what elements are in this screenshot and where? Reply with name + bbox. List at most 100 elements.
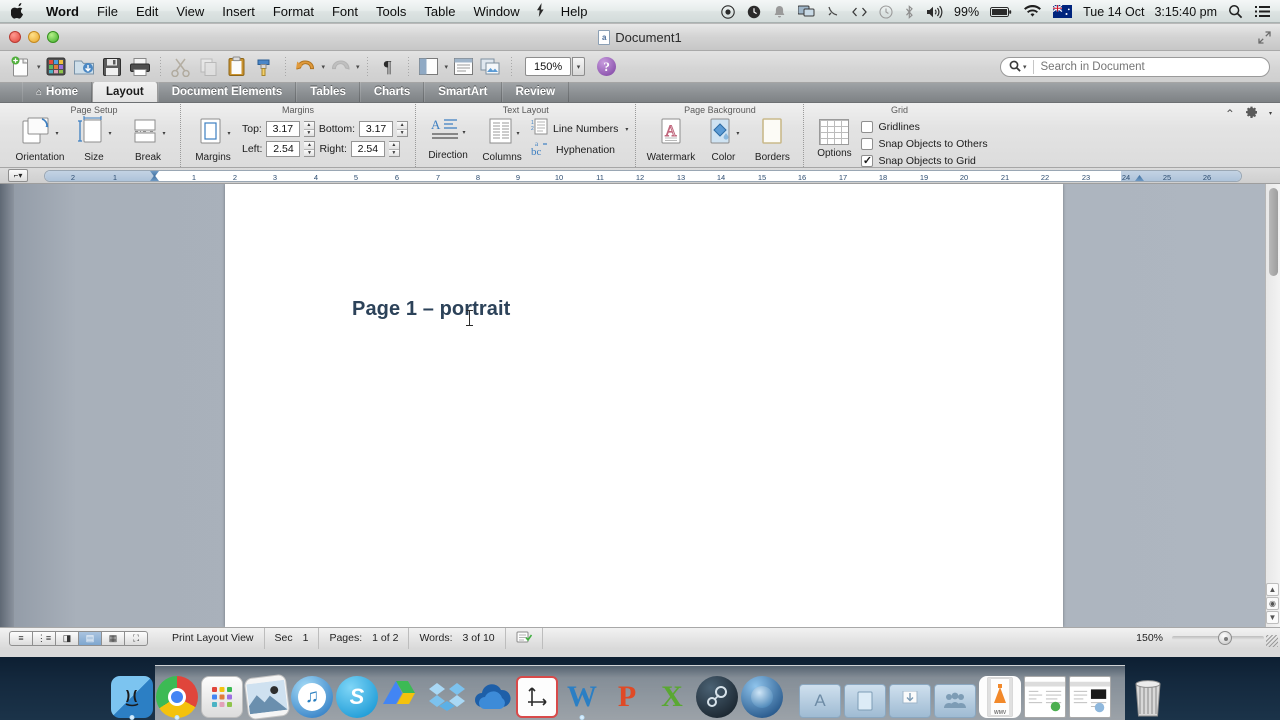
fullscreen-icon[interactable] bbox=[1258, 31, 1271, 44]
media-browser-button[interactable] bbox=[43, 54, 69, 80]
bell-icon[interactable] bbox=[767, 0, 792, 23]
timemachine-icon[interactable] bbox=[741, 0, 767, 23]
menu-item-file[interactable]: File bbox=[88, 4, 127, 19]
dock-item-dropbox[interactable] bbox=[426, 672, 468, 718]
dock-item-downloads-folder[interactable] bbox=[889, 672, 931, 718]
tab-stop-icon[interactable]: ⌐▾ bbox=[8, 169, 28, 182]
tab-home[interactable]: ⌂ Home bbox=[22, 82, 92, 102]
dock-item-document-window-1[interactable] bbox=[1024, 672, 1066, 718]
dock-item-timeline-app[interactable] bbox=[516, 672, 558, 718]
menu-bar-date[interactable]: Tue 14 Oct bbox=[1078, 5, 1149, 19]
orientation-caret-icon[interactable]: ▾ bbox=[55, 130, 58, 137]
draft-view-button[interactable]: ≡ bbox=[9, 630, 33, 646]
dock-item-steam[interactable] bbox=[696, 672, 738, 718]
outline-view-button[interactable]: ⋮≡ bbox=[32, 630, 56, 646]
dock-item-wmv-file[interactable]: WMV bbox=[979, 672, 1021, 718]
horizontal-ruler[interactable]: 2 1 1 2 3 4 5 6 7 8 9 10 11 12 13 14 15 … bbox=[44, 170, 1242, 182]
code-icon[interactable] bbox=[846, 0, 873, 23]
menu-bar-time[interactable]: 3:15:40 pm bbox=[1149, 5, 1222, 19]
new-document-caret-icon[interactable]: ▾ bbox=[37, 63, 41, 71]
gear-icon[interactable] bbox=[1244, 105, 1258, 122]
dock-item-onedrive[interactable] bbox=[471, 672, 513, 718]
menu-item-insert[interactable]: Insert bbox=[213, 4, 264, 19]
menu-item-font[interactable]: Font bbox=[323, 4, 367, 19]
dock-item-applications-folder[interactable]: A bbox=[799, 672, 841, 718]
battery-percent[interactable]: 99% bbox=[949, 5, 984, 19]
window-title-bar[interactable]: a Document1 bbox=[0, 24, 1280, 51]
search-icon[interactable] bbox=[1222, 0, 1249, 23]
zoom-slider[interactable] bbox=[1172, 631, 1264, 645]
gallery-button[interactable] bbox=[478, 54, 504, 80]
snap-objects-to-others-checkbox-row[interactable]: Snap Objects to Others bbox=[861, 135, 988, 152]
menu-item-window[interactable]: Window bbox=[464, 4, 528, 19]
vertical-scrollbar[interactable]: ▲ ◉ ▼ bbox=[1265, 184, 1280, 627]
dock-item-skype[interactable]: S bbox=[336, 672, 378, 718]
menu-item-tools[interactable]: Tools bbox=[367, 4, 415, 19]
gear-caret-icon[interactable]: ▾ bbox=[1269, 110, 1272, 117]
grid-options-button[interactable]: Options bbox=[811, 116, 857, 159]
wifi-icon[interactable] bbox=[1018, 0, 1047, 23]
spelling-cell[interactable] bbox=[506, 627, 543, 649]
redo-caret-icon[interactable]: ▾ bbox=[356, 63, 360, 71]
document-page[interactable]: Page 1 – portrait bbox=[225, 184, 1063, 627]
tab-smartart[interactable]: SmartArt bbox=[424, 82, 502, 102]
tab-document-elements[interactable]: Document Elements bbox=[157, 82, 297, 102]
page-color-button[interactable]: ▾ Color bbox=[702, 116, 744, 163]
watermark-button[interactable]: A Watermark bbox=[643, 116, 698, 163]
size-caret-icon[interactable]: ▾ bbox=[108, 130, 111, 137]
margin-left-stepper[interactable]: ▲ ▼ bbox=[304, 141, 316, 157]
dock-item-itunes[interactable]: ♫ bbox=[291, 672, 333, 718]
zoom-button[interactable] bbox=[47, 31, 59, 43]
margin-left-input[interactable]: 2.54 bbox=[266, 141, 301, 157]
document-area[interactable]: Page 1 – portrait ▲ ◉ ▼ bbox=[0, 184, 1280, 627]
gridlines-checkbox-row[interactable]: Gridlines bbox=[861, 118, 987, 135]
dock-item-document-window-2[interactable] bbox=[1069, 672, 1111, 718]
page-borders-button[interactable]: Borders bbox=[748, 116, 796, 163]
margin-right-input[interactable]: 2.54 bbox=[350, 141, 385, 157]
margin-top-input[interactable]: 3.17 bbox=[265, 121, 300, 137]
columns-button[interactable]: ▾ Columns bbox=[477, 116, 527, 163]
chevron-up-icon[interactable]: ⌃ bbox=[1225, 107, 1235, 121]
clock-icon[interactable] bbox=[873, 0, 899, 23]
notebook-layout-view-button[interactable]: ▦ bbox=[101, 630, 125, 646]
dock-item-quicktime[interactable] bbox=[741, 672, 783, 718]
scroll-page-up-button[interactable]: ▲ bbox=[1266, 583, 1279, 596]
line-numbers-button[interactable]: 12 Line Numbers ▾ bbox=[531, 118, 628, 139]
margin-top-stepper[interactable]: ▲ ▼ bbox=[303, 121, 315, 137]
close-button[interactable] bbox=[9, 31, 21, 43]
notification-center-icon[interactable] bbox=[1249, 0, 1280, 23]
margins-button[interactable]: ▾ Margins bbox=[188, 116, 238, 163]
show-formatting-button[interactable]: ¶ bbox=[375, 54, 401, 80]
orientation-button[interactable]: ▾ Orientation bbox=[15, 116, 65, 163]
search-box[interactable]: ▾ bbox=[1000, 57, 1270, 77]
scroll-browse-object-button[interactable]: ◉ bbox=[1266, 597, 1279, 610]
notebook-layout-button[interactable] bbox=[450, 54, 476, 80]
tab-layout[interactable]: Layout bbox=[92, 82, 158, 102]
menu-item-view[interactable]: View bbox=[167, 4, 213, 19]
minimize-button[interactable] bbox=[28, 31, 40, 43]
direction-caret-icon[interactable]: ▾ bbox=[463, 129, 466, 136]
margin-bottom-stepper[interactable]: ▲ ▼ bbox=[397, 121, 409, 137]
menu-item-table[interactable]: Table bbox=[415, 4, 464, 19]
scroll-thumb[interactable] bbox=[1269, 188, 1278, 276]
gridlines-checkbox[interactable] bbox=[861, 120, 874, 133]
zoom-input[interactable]: 150% bbox=[525, 57, 572, 76]
tab-review[interactable]: Review bbox=[501, 82, 570, 102]
dock-item-chrome[interactable] bbox=[156, 672, 198, 720]
tab-charts[interactable]: Charts bbox=[359, 82, 425, 102]
menu-item-help[interactable]: Help bbox=[552, 4, 597, 19]
scroll-page-down-button[interactable]: ▼ bbox=[1266, 611, 1279, 624]
page-color-caret-icon[interactable]: ▾ bbox=[736, 130, 739, 137]
dock-item-google-drive[interactable] bbox=[381, 672, 423, 718]
margin-right-stepper[interactable]: ▲ ▼ bbox=[388, 141, 400, 157]
focus-view-button[interactable]: ⛶ bbox=[124, 630, 148, 646]
undo-button[interactable] bbox=[293, 54, 319, 80]
columns-caret-icon[interactable]: ▾ bbox=[517, 130, 520, 137]
page-heading[interactable]: Page 1 – portrait bbox=[352, 298, 510, 321]
undo-caret-icon[interactable]: ▾ bbox=[322, 63, 326, 71]
search-input[interactable] bbox=[1040, 61, 1256, 73]
spelling-check-icon[interactable] bbox=[516, 630, 532, 647]
save-button[interactable] bbox=[99, 54, 125, 80]
size-button[interactable]: ▾ Size bbox=[69, 116, 119, 163]
snap-objects-to-grid-checkbox[interactable]: ✓ bbox=[861, 154, 874, 167]
